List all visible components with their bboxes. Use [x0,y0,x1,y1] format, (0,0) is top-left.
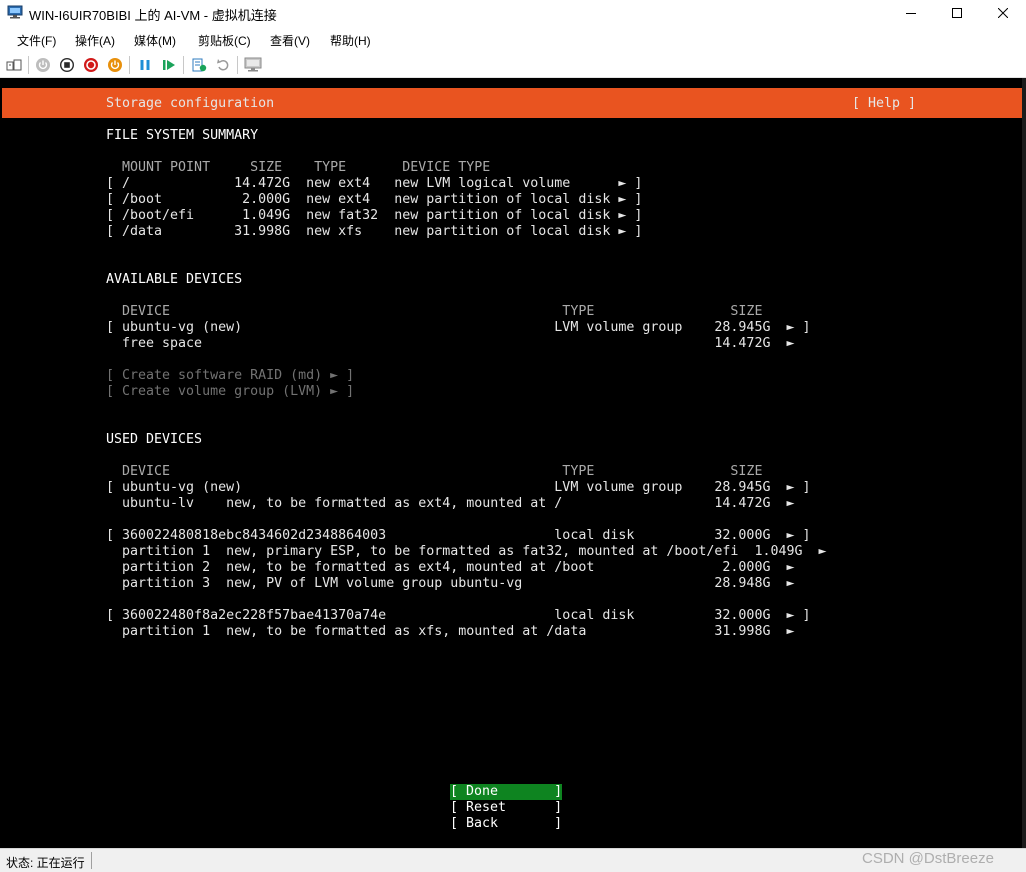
pause-icon [140,60,150,70]
console-edge [1022,78,1026,848]
maximize-icon [952,8,962,18]
installer-header: Storage configuration [ Help ] [2,88,1022,118]
start-button[interactable] [34,56,52,74]
menu-clipboard[interactable]: 剪贴板(C) [198,32,251,49]
reset-button[interactable]: [ Reset ] [450,800,562,816]
fs-row-root[interactable]: [ / 14.472G new ext4 new LVM logical vol… [106,176,642,192]
minimize-button[interactable] [888,0,934,26]
shutdown-icon [84,58,98,72]
used-devices-heading: USED DEVICES [106,432,203,447]
used-disk-1-partition-1[interactable]: partition 1 new, primary ESP, to be form… [106,544,827,560]
menu-file[interactable]: 文件(F) [17,32,56,49]
menu-bar: 文件(F) 操作(A) 媒体(M) 剪贴板(C) 查看(V) 帮助(H) [0,26,1026,52]
create-volume-group-button[interactable]: [ Create volume group (LVM) ► ] [106,384,354,400]
toolbar-separator [237,56,238,74]
toolbar-separator [183,56,184,74]
back-button[interactable]: [ Back ] [450,816,562,832]
used-devices-columns: DEVICE TYPE SIZE [106,464,763,479]
enhanced-session-icon [244,57,262,72]
used-device-ubuntu-vg[interactable]: [ ubuntu-vg (new) LVM volume group 28.94… [106,480,810,496]
used-disk-2[interactable]: [ 360022480f8a2ec228f57bae41370a74e loca… [106,608,810,624]
pause-button[interactable] [136,56,154,74]
title-bar: WIN-I6UIR70BIBI 上的 AI-VM - 虚拟机连接 [0,0,1026,26]
revert-button[interactable] [214,56,232,74]
available-devices-columns: DEVICE TYPE SIZE [106,304,763,319]
maximize-button[interactable] [934,0,980,26]
toolbar-separator [28,56,29,74]
resume-button[interactable] [160,56,178,74]
help-button[interactable]: [ Help ] [852,96,916,112]
fs-row-data[interactable]: [ /data 31.998G new xfs new partition of… [106,224,642,240]
status-separator [91,852,92,869]
start-icon [36,58,50,72]
watermark: CSDN @DstBreeze [862,850,994,867]
menu-media[interactable]: 媒体(M) [134,32,176,49]
fs-summary-heading: FILE SYSTEM SUMMARY [106,128,259,143]
menu-help[interactable]: 帮助(H) [330,32,371,49]
fs-summary-columns: MOUNT POINT SIZE TYPE DEVICE TYPE [106,160,491,175]
checkpoint-icon [192,58,207,72]
menu-view[interactable]: 查看(V) [270,32,310,49]
close-button[interactable] [980,0,1026,26]
vm-console[interactable]: Storage configuration [ Help ] FILE SYST… [0,78,1026,848]
window-title: WIN-I6UIR70BIBI 上的 AI-VM - 虚拟机连接 [29,8,277,23]
fs-row-boot[interactable]: [ /boot 2.000G new ext4 new partition of… [106,192,642,208]
vm-connection-icon [7,5,23,19]
fs-row-boot-efi[interactable]: [ /boot/efi 1.049G new fat32 new partiti… [106,208,642,224]
available-devices-heading: AVAILABLE DEVICES [106,272,243,287]
toolbar [0,52,1026,78]
enhanced-session-button[interactable] [244,56,262,74]
available-device-ubuntu-vg[interactable]: [ ubuntu-vg (new) LVM volume group 28.94… [106,320,810,336]
ctrl-alt-del-button[interactable] [5,56,23,74]
ctrl-alt-del-icon [6,59,22,71]
used-disk-1-partition-3[interactable]: partition 3 new, PV of LVM volume group … [106,576,794,592]
used-disk-1-partition-2[interactable]: partition 2 new, to be formatted as ext4… [106,560,794,576]
shutdown-button[interactable] [82,56,100,74]
page-title: Storage configuration [106,96,275,111]
resume-icon [163,60,175,70]
turn-off-icon [60,58,74,72]
close-icon [998,8,1008,18]
used-disk-2-partition-1[interactable]: partition 1 new, to be formatted as xfs,… [106,624,794,640]
used-ubuntu-lv[interactable]: ubuntu-lv new, to be formatted as ext4, … [106,496,794,512]
used-disk-1[interactable]: [ 360022480818ebc8434602d2348864003 loca… [106,528,810,544]
toolbar-separator [129,56,130,74]
create-raid-button[interactable]: [ Create software RAID (md) ► ] [106,368,354,384]
menu-action[interactable]: 操作(A) [75,32,115,49]
revert-icon [217,59,229,71]
power-button[interactable] [106,56,124,74]
vm-status-text: 状态: 正在运行 [6,856,85,870]
minimize-icon [906,13,916,14]
checkpoint-button[interactable] [190,56,208,74]
power-icon [108,58,122,72]
done-button[interactable]: [ Done ] [450,784,562,800]
available-free-space[interactable]: free space 14.472G ► [106,336,794,352]
turn-off-button[interactable] [58,56,76,74]
